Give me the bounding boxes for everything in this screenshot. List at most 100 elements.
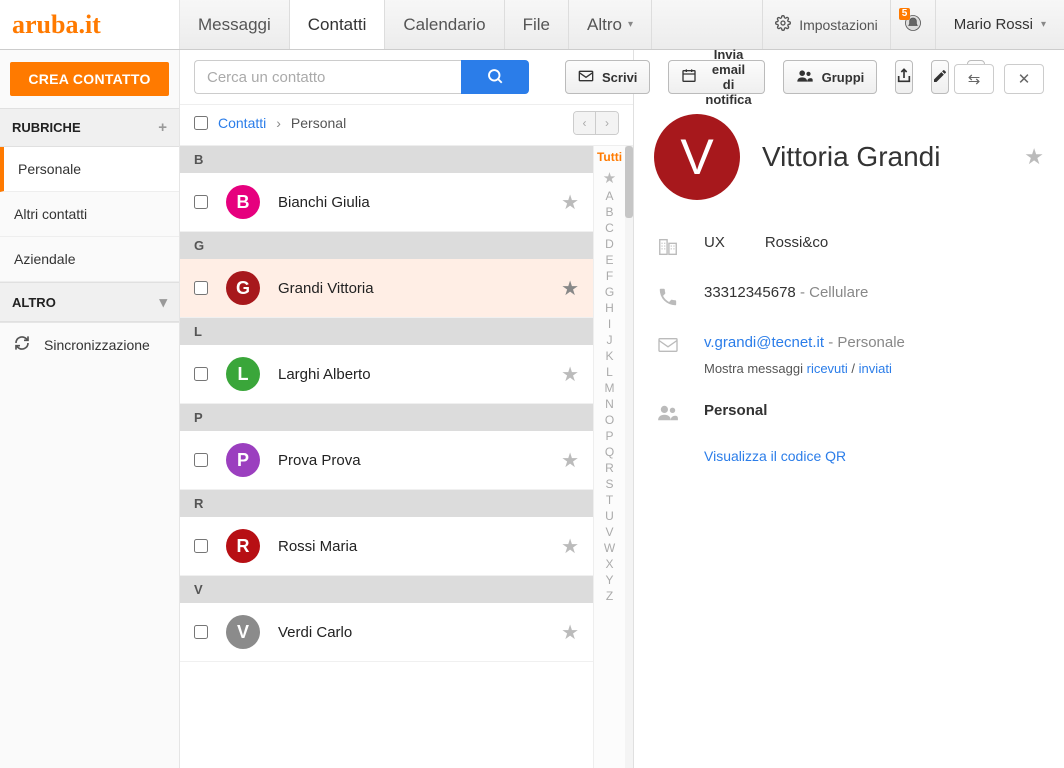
alpha-letter[interactable]: B xyxy=(594,204,625,220)
sidebar-addressbook-item[interactable]: Altri contatti xyxy=(0,192,179,237)
alpha-letter[interactable]: C xyxy=(594,220,625,236)
link-sent[interactable]: inviati xyxy=(859,361,892,376)
notifications-button[interactable]: 5 xyxy=(890,0,935,49)
add-addressbook-icon[interactable]: + xyxy=(158,119,167,136)
pager-prev[interactable]: ‹ xyxy=(574,112,596,134)
search-icon xyxy=(486,67,504,88)
detail-company: Rossi&co xyxy=(765,234,828,251)
gear-icon xyxy=(775,15,791,34)
alpha-letter[interactable]: S xyxy=(594,476,625,492)
alpha-letter[interactable]: M xyxy=(594,380,625,396)
swap-icon: ⇆ xyxy=(968,70,981,88)
contact-name: Rossi Maria xyxy=(278,538,543,555)
swap-layout-button[interactable]: ⇆ xyxy=(954,64,994,94)
row-checkbox[interactable] xyxy=(194,367,208,381)
alpha-letter[interactable]: D xyxy=(594,236,625,252)
contact-name: Larghi Alberto xyxy=(278,366,543,383)
alpha-star[interactable]: ★ xyxy=(594,168,625,188)
sidebar-item-sync[interactable]: Sincronizzazione xyxy=(0,322,179,366)
alpha-letter[interactable]: I xyxy=(594,316,625,332)
alpha-letter[interactable]: H xyxy=(594,300,625,316)
detail-email[interactable]: v.grandi@tecnet.it xyxy=(704,334,824,351)
view-qr-link[interactable]: Visualizza il codice QR xyxy=(704,448,846,464)
row-checkbox[interactable] xyxy=(194,195,208,209)
alpha-letter[interactable]: O xyxy=(594,412,625,428)
alpha-letter[interactable]: W xyxy=(594,540,625,556)
contact-row[interactable]: B Bianchi Giulia ★ xyxy=(180,173,593,232)
contact-row[interactable]: G Grandi Vittoria ★ xyxy=(180,259,593,318)
alpha-letter[interactable]: A xyxy=(594,188,625,204)
contact-row[interactable]: P Prova Prova ★ xyxy=(180,431,593,490)
scrollbar[interactable] xyxy=(625,146,633,768)
alpha-letter[interactable]: E xyxy=(594,252,625,268)
alphabet-index: Tutti★ABCDEFGHIJKLMNOPQRSTUVWXYZ xyxy=(593,146,625,768)
breadcrumb-root[interactable]: Contatti xyxy=(218,115,266,131)
other-header[interactable]: ALTRO ▾ xyxy=(0,282,179,322)
row-checkbox[interactable] xyxy=(194,453,208,467)
search-input[interactable] xyxy=(194,60,461,94)
alpha-letter[interactable]: P xyxy=(594,428,625,444)
alpha-letter[interactable]: Y xyxy=(594,572,625,588)
select-all-checkbox[interactable] xyxy=(194,116,208,130)
search-button[interactable] xyxy=(461,60,529,94)
star-icon[interactable]: ★ xyxy=(561,620,579,645)
alpha-letter[interactable]: J xyxy=(594,332,625,348)
user-menu[interactable]: Mario Rossi▾ xyxy=(935,0,1064,49)
contact-row[interactable]: V Verdi Carlo ★ xyxy=(180,603,593,662)
star-icon[interactable]: ★ xyxy=(561,362,579,387)
row-checkbox[interactable] xyxy=(194,625,208,639)
group-icon xyxy=(654,402,682,422)
contact-row[interactable]: L Larghi Alberto ★ xyxy=(180,345,593,404)
alpha-letter[interactable]: N xyxy=(594,396,625,412)
sidebar-addressbook-item[interactable]: Aziendale xyxy=(0,237,179,282)
top-nav: Messaggi Contatti Calendario File Altro▾ xyxy=(180,0,652,49)
mail-icon xyxy=(654,334,682,354)
favorite-star[interactable]: ★ xyxy=(1024,144,1044,170)
alpha-letter[interactable]: R xyxy=(594,460,625,476)
alpha-letter[interactable]: Z xyxy=(594,588,625,604)
star-icon[interactable]: ★ xyxy=(561,276,579,301)
alpha-letter[interactable]: T xyxy=(594,492,625,508)
star-icon[interactable]: ★ xyxy=(561,534,579,559)
tab-files[interactable]: File xyxy=(505,0,569,49)
section-header: B xyxy=(180,146,593,173)
row-checkbox[interactable] xyxy=(194,281,208,295)
contact-name: Prova Prova xyxy=(278,452,543,469)
section-header: V xyxy=(180,576,593,603)
row-checkbox[interactable] xyxy=(194,539,208,553)
contact-row[interactable]: R Rossi Maria ★ xyxy=(180,517,593,576)
alpha-letter[interactable]: G xyxy=(594,284,625,300)
sidebar-addressbook-item[interactable]: Personale xyxy=(0,147,179,192)
contact-avatar: P xyxy=(226,443,260,477)
alpha-letter[interactable]: F xyxy=(594,268,625,284)
tab-messages[interactable]: Messaggi xyxy=(180,0,290,49)
star-icon[interactable]: ★ xyxy=(561,190,579,215)
detail-role: UX xyxy=(704,234,725,251)
detail-phone-type: Cellulare xyxy=(809,284,868,301)
close-detail-button[interactable]: ✕ xyxy=(1004,64,1044,94)
star-icon[interactable]: ★ xyxy=(561,448,579,473)
topbar: aruba.it Messaggi Contatti Calendario Fi… xyxy=(0,0,1064,50)
breadcrumb: Contatti › Personal ‹ › xyxy=(180,105,633,146)
pager-next[interactable]: › xyxy=(596,112,618,134)
contact-name: Bianchi Giulia xyxy=(278,194,543,211)
settings-button[interactable]: Impostazioni xyxy=(762,0,890,49)
tab-calendar[interactable]: Calendario xyxy=(385,0,504,49)
contact-list[interactable]: B B Bianchi Giulia ★G G Grandi Vittoria … xyxy=(180,146,593,768)
alpha-letter[interactable]: K xyxy=(594,348,625,364)
center-column: Scrivi Invia email di notifica Gruppi Co… xyxy=(180,50,634,768)
alpha-letter[interactable]: X xyxy=(594,556,625,572)
alpha-letter[interactable]: V xyxy=(594,524,625,540)
close-icon: ✕ xyxy=(1018,70,1031,88)
alpha-letter[interactable]: U xyxy=(594,508,625,524)
alpha-all[interactable]: Tutti xyxy=(594,146,625,168)
tab-more[interactable]: Altro▾ xyxy=(569,0,652,49)
addressbooks-header: RUBRICHE + xyxy=(0,108,179,147)
alpha-letter[interactable]: L xyxy=(594,364,625,380)
link-received[interactable]: ricevuti xyxy=(807,361,848,376)
alpha-letter[interactable]: Q xyxy=(594,444,625,460)
tab-contacts[interactable]: Contatti xyxy=(290,0,386,49)
contact-avatar: L xyxy=(226,357,260,391)
create-contact-button[interactable]: CREA CONTATTO xyxy=(10,62,169,96)
toolbar-row: Scrivi Invia email di notifica Gruppi xyxy=(180,50,633,105)
